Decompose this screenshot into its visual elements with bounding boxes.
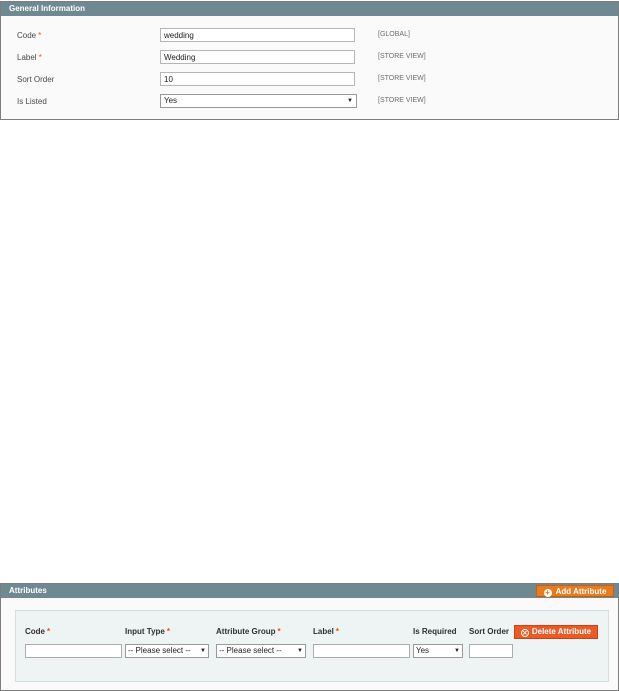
attributes-title: Attributes: [9, 586, 47, 595]
is-required-value: Yes: [416, 646, 430, 655]
sort-order-input[interactable]: [160, 72, 355, 86]
dropdown-arrow-icon: ▼: [200, 648, 206, 654]
general-information-header: General Information: [1, 2, 618, 16]
dropdown-arrow-icon: ▼: [347, 98, 353, 104]
code-row: Code* [GLOBAL]: [1, 28, 618, 44]
attribute-group-select[interactable]: -- Please select -- ▼: [216, 644, 306, 658]
column-header-input-type: Input Type *: [125, 627, 170, 636]
input-type-value: -- Please select --: [128, 646, 191, 655]
sort-order-scope: [STORE VIEW]: [378, 75, 426, 82]
sort-order-label: Sort Order: [17, 75, 55, 84]
remove-circle-icon: ✕: [520, 629, 529, 637]
attribute-sort-order-input[interactable]: [469, 644, 513, 658]
is-listed-select[interactable]: Yes ▼: [160, 94, 357, 108]
column-header-sort-order: Sort Order: [469, 627, 510, 636]
sort-order-row: Sort Order [STORE VIEW]: [1, 72, 618, 88]
required-marker: *: [38, 53, 42, 62]
plus-circle-icon: +: [543, 588, 552, 597]
required-marker: *: [335, 627, 340, 636]
is-required-select[interactable]: Yes ▼: [413, 644, 463, 658]
required-marker: *: [47, 627, 51, 636]
attribute-group-value: -- Please select --: [219, 646, 282, 655]
attributes-header: Attributes + Add Attribute: [1, 584, 618, 598]
attribute-label-input[interactable]: [313, 644, 410, 658]
code-label: Code *: [17, 31, 42, 40]
label-row: Label* [STORE VIEW]: [1, 50, 618, 66]
code-input[interactable]: [160, 28, 355, 42]
required-marker: *: [38, 31, 42, 40]
attribute-code-input[interactable]: [25, 644, 122, 658]
add-attribute-button[interactable]: + Add Attribute: [536, 585, 614, 597]
is-listed-row: Is Listed Yes ▼ [STORE VIEW]: [1, 94, 618, 110]
required-marker: *: [277, 627, 281, 636]
delete-attribute-label: Delete Attribute: [531, 627, 592, 636]
required-marker: *: [166, 627, 170, 636]
delete-attribute-button[interactable]: ✕ Delete Attribute: [514, 625, 598, 639]
dropdown-arrow-icon: ▼: [454, 648, 460, 654]
is-listed-value: Yes: [164, 96, 178, 105]
is-listed-scope: [STORE VIEW]: [378, 97, 426, 104]
column-header-code: Code *: [25, 627, 51, 636]
label-label: Label *: [17, 53, 42, 62]
attribute-table: Code * Input Type * Attribute Group * Label…: [15, 610, 609, 682]
label-scope: [STORE VIEW]: [378, 53, 426, 60]
dropdown-arrow-icon: ▼: [297, 648, 303, 654]
attributes-panel: Attributes + Add Attribute Code * Input Ty…: [0, 583, 619, 691]
general-information-panel: General Information Code* [GLOBAL] Label…: [0, 1, 619, 120]
column-header-attribute-group: Attribute Group *: [216, 627, 281, 636]
column-header-is-required: Is Required: [413, 627, 457, 636]
code-scope: [GLOBAL]: [378, 31, 410, 38]
add-attribute-label: Add Attribute: [555, 587, 607, 596]
column-header-label: Label *: [313, 627, 340, 636]
label-input[interactable]: [160, 50, 355, 64]
is-listed-label: Is Listed: [17, 97, 47, 106]
input-type-select[interactable]: -- Please select -- ▼: [125, 644, 209, 658]
